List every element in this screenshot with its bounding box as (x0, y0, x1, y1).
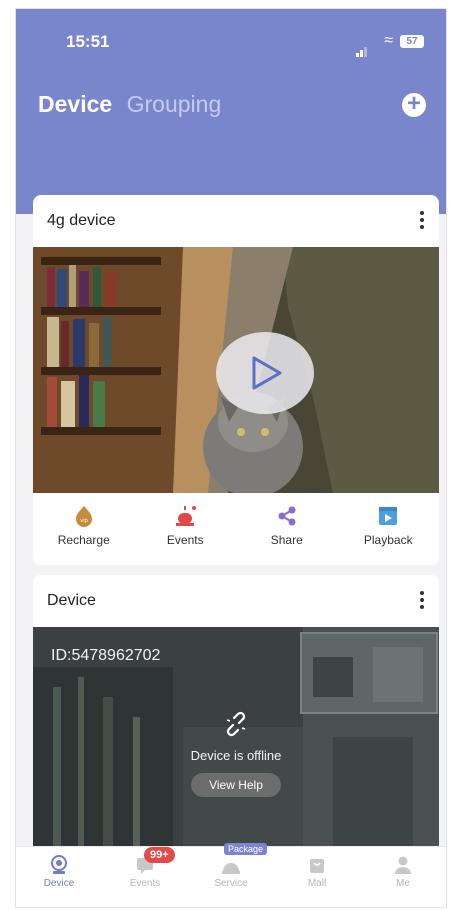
plus-icon: + (406, 90, 421, 117)
tab-device[interactable]: Device (38, 91, 112, 118)
user-icon (392, 855, 414, 875)
battery-icon: 57 (400, 35, 424, 48)
recharge-label: Recharge (57, 533, 110, 547)
add-device-button[interactable]: + (402, 90, 426, 117)
card-header: Device (33, 575, 439, 627)
wifi-icon: ≈ (384, 32, 393, 49)
offline-status: Device is offline (190, 748, 282, 763)
nav-label: Me (396, 878, 410, 889)
service-icon (220, 855, 242, 875)
playback-icon (338, 505, 440, 527)
bottom-nav: Device 99+ Events Package Service Mall M… (16, 843, 446, 907)
play-icon (252, 356, 282, 390)
device-card: Device ID:5478962702 Device is offline V… (33, 575, 439, 875)
card-header: 4g device (33, 195, 439, 247)
signal-icon (356, 39, 368, 57)
app-screen: 15:51 ≈ 57 Device Grouping + 4g device v… (15, 8, 447, 908)
share-label: Share (270, 533, 303, 547)
share-button[interactable]: Share (236, 493, 338, 565)
nav-label: Device (43, 878, 75, 889)
playback-label: Playback (363, 533, 413, 547)
status-time: 15:51 (66, 32, 110, 51)
nav-events[interactable]: 99+ Events (102, 847, 188, 907)
header-tabs: Device Grouping (38, 91, 231, 118)
playback-button[interactable]: Playback (338, 493, 440, 565)
play-button[interactable] (216, 332, 314, 414)
shop-icon (306, 855, 328, 875)
nav-label: Events (129, 878, 161, 889)
device-id: ID:5478962702 (51, 647, 161, 664)
recharge-button[interactable]: vip Recharge (33, 493, 135, 565)
device-name: Device (47, 592, 96, 609)
more-options-icon[interactable] (417, 209, 427, 235)
offline-overlay: Device is offline View Help (33, 711, 439, 797)
status-bar: 15:51 ≈ 57 (16, 9, 446, 59)
events-button[interactable]: Events (135, 493, 237, 565)
live-preview[interactable] (33, 247, 439, 493)
nav-device[interactable]: Device (16, 847, 102, 907)
device-card: 4g device vip Recharge Events Share Play… (33, 195, 439, 565)
view-help-button[interactable]: View Help (191, 773, 281, 797)
offline-preview[interactable]: ID:5478962702 Device is offline View Hel… (33, 627, 439, 875)
nav-me[interactable]: Me (360, 847, 446, 907)
nav-service[interactable]: Package Service (188, 843, 274, 907)
recharge-icon: vip (33, 505, 135, 527)
camera-icon (48, 855, 70, 875)
nav-label: Mall (307, 878, 327, 889)
nav-label: Service (214, 878, 248, 889)
share-icon (236, 505, 338, 527)
nav-mall[interactable]: Mall (274, 847, 360, 907)
device-actions: vip Recharge Events Share Playback (33, 493, 439, 565)
alarm-icon (135, 505, 237, 527)
tab-grouping[interactable]: Grouping (127, 91, 222, 118)
events-label: Events (166, 533, 204, 547)
svg-text:vip: vip (80, 518, 88, 524)
events-badge: 99+ (144, 847, 175, 863)
package-tag: Package (224, 843, 268, 855)
more-options-icon[interactable] (417, 589, 427, 615)
device-name: 4g device (47, 212, 116, 229)
broken-link-icon (226, 711, 246, 737)
